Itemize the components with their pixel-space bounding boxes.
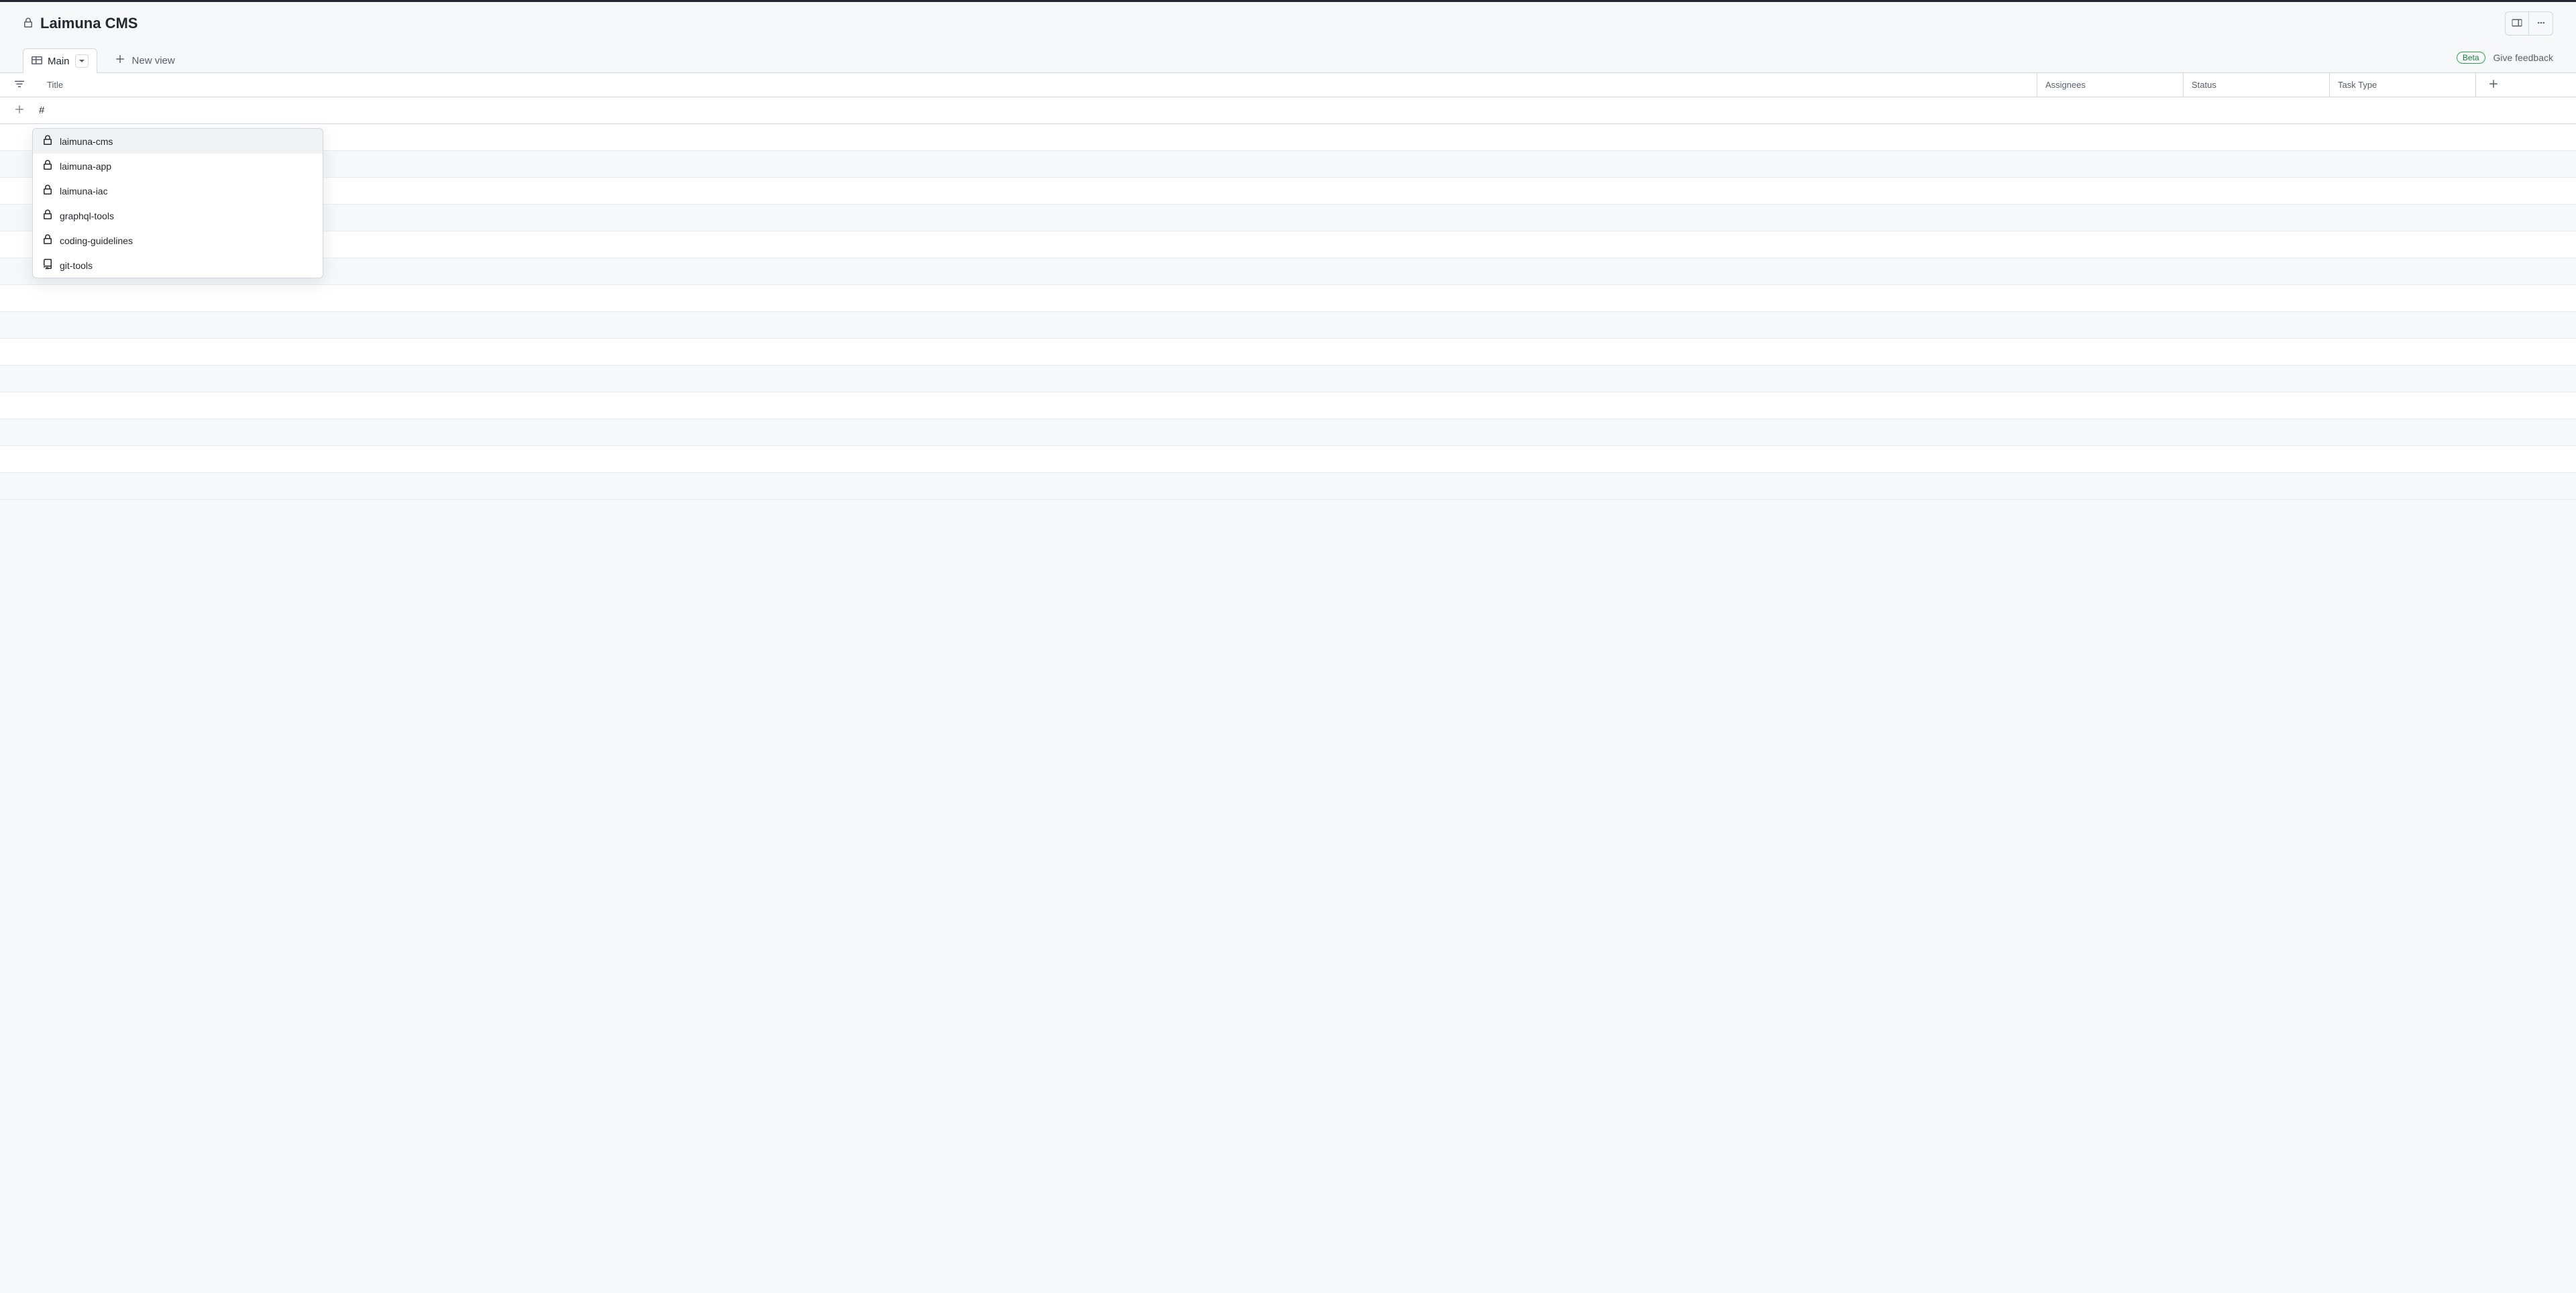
lock-icon bbox=[42, 209, 53, 222]
more-icon bbox=[2536, 17, 2546, 30]
autocomplete-item[interactable]: git-tools bbox=[33, 253, 323, 278]
table-row bbox=[0, 312, 2576, 339]
lock-icon bbox=[42, 234, 53, 247]
column-task-type[interactable]: Task Type bbox=[2329, 73, 2475, 97]
side-panel-button[interactable] bbox=[2505, 11, 2529, 36]
autocomplete-item-label: git-tools bbox=[60, 260, 93, 271]
column-title[interactable]: Title bbox=[39, 73, 2037, 97]
lock-icon bbox=[42, 160, 53, 172]
column-status[interactable]: Status bbox=[2183, 73, 2329, 97]
new-item-input[interactable] bbox=[39, 105, 2576, 116]
repo-autocomplete-dropdown: laimuna-cms laimuna-app laimuna-iac graphql… bbox=[32, 128, 323, 278]
autocomplete-item[interactable]: laimuna-app bbox=[33, 154, 323, 178]
table-row bbox=[0, 178, 2576, 205]
table-icon bbox=[32, 55, 42, 68]
autocomplete-item[interactable]: coding-guidelines bbox=[33, 228, 323, 253]
more-options-button[interactable] bbox=[2529, 11, 2553, 36]
table-row bbox=[0, 231, 2576, 258]
table-row bbox=[0, 339, 2576, 366]
title-block: Laimuna CMS bbox=[23, 15, 138, 32]
tab-label: Main bbox=[48, 56, 70, 67]
add-column-button[interactable] bbox=[2475, 73, 2576, 97]
chevron-down-icon bbox=[78, 56, 85, 66]
add-item-button[interactable] bbox=[0, 104, 39, 117]
new-view-button[interactable]: New view bbox=[107, 48, 183, 72]
table-row bbox=[0, 205, 2576, 231]
empty-rows: laimuna-cms laimuna-app laimuna-iac graphql… bbox=[0, 124, 2576, 500]
filter-button[interactable] bbox=[0, 73, 39, 97]
table-row bbox=[0, 366, 2576, 392]
plus-icon bbox=[2488, 78, 2499, 91]
table-row bbox=[0, 151, 2576, 178]
new-view-label: New view bbox=[132, 55, 175, 66]
autocomplete-item-label: coding-guidelines bbox=[60, 235, 133, 246]
autocomplete-item-label: laimuna-iac bbox=[60, 186, 108, 196]
autocomplete-item-label: laimuna-app bbox=[60, 161, 111, 172]
page-header: Laimuna CMS bbox=[0, 2, 2576, 38]
column-assignees[interactable]: Assignees bbox=[2037, 73, 2183, 97]
beta-badge: Beta bbox=[2457, 52, 2485, 64]
table-row bbox=[0, 124, 2576, 151]
new-item-row bbox=[0, 97, 2576, 124]
tabs-row: Main New view Beta Give feedback bbox=[0, 38, 2576, 73]
table-row bbox=[0, 473, 2576, 500]
autocomplete-item[interactable]: laimuna-iac bbox=[33, 178, 323, 203]
tab-options-button[interactable] bbox=[75, 54, 89, 68]
table-row bbox=[0, 285, 2576, 312]
filter-icon bbox=[14, 78, 25, 91]
header-actions bbox=[2505, 11, 2553, 36]
tabs-right: Beta Give feedback bbox=[2457, 52, 2553, 69]
plus-icon bbox=[115, 54, 125, 67]
table-row bbox=[0, 419, 2576, 446]
tabs-left: Main New view bbox=[23, 48, 183, 72]
tab-main[interactable]: Main bbox=[23, 48, 97, 73]
autocomplete-item-label: graphql-tools bbox=[60, 211, 114, 221]
autocomplete-item[interactable]: laimuna-cms bbox=[33, 129, 323, 154]
autocomplete-item-label: laimuna-cms bbox=[60, 136, 113, 147]
plus-icon bbox=[14, 104, 25, 117]
autocomplete-item[interactable]: graphql-tools bbox=[33, 203, 323, 228]
give-feedback-link[interactable]: Give feedback bbox=[2493, 52, 2554, 63]
side-panel-icon bbox=[2512, 17, 2522, 30]
lock-icon bbox=[23, 17, 34, 30]
lock-icon bbox=[42, 135, 53, 148]
table-row bbox=[0, 258, 2576, 285]
page-title: Laimuna CMS bbox=[40, 15, 138, 32]
repo-icon bbox=[42, 259, 53, 272]
lock-icon bbox=[42, 184, 53, 197]
table-area: Title Assignees Status Task Type laimuna… bbox=[0, 73, 2576, 500]
table-row bbox=[0, 392, 2576, 419]
column-headers: Title Assignees Status Task Type bbox=[0, 73, 2576, 97]
table-row bbox=[0, 446, 2576, 473]
